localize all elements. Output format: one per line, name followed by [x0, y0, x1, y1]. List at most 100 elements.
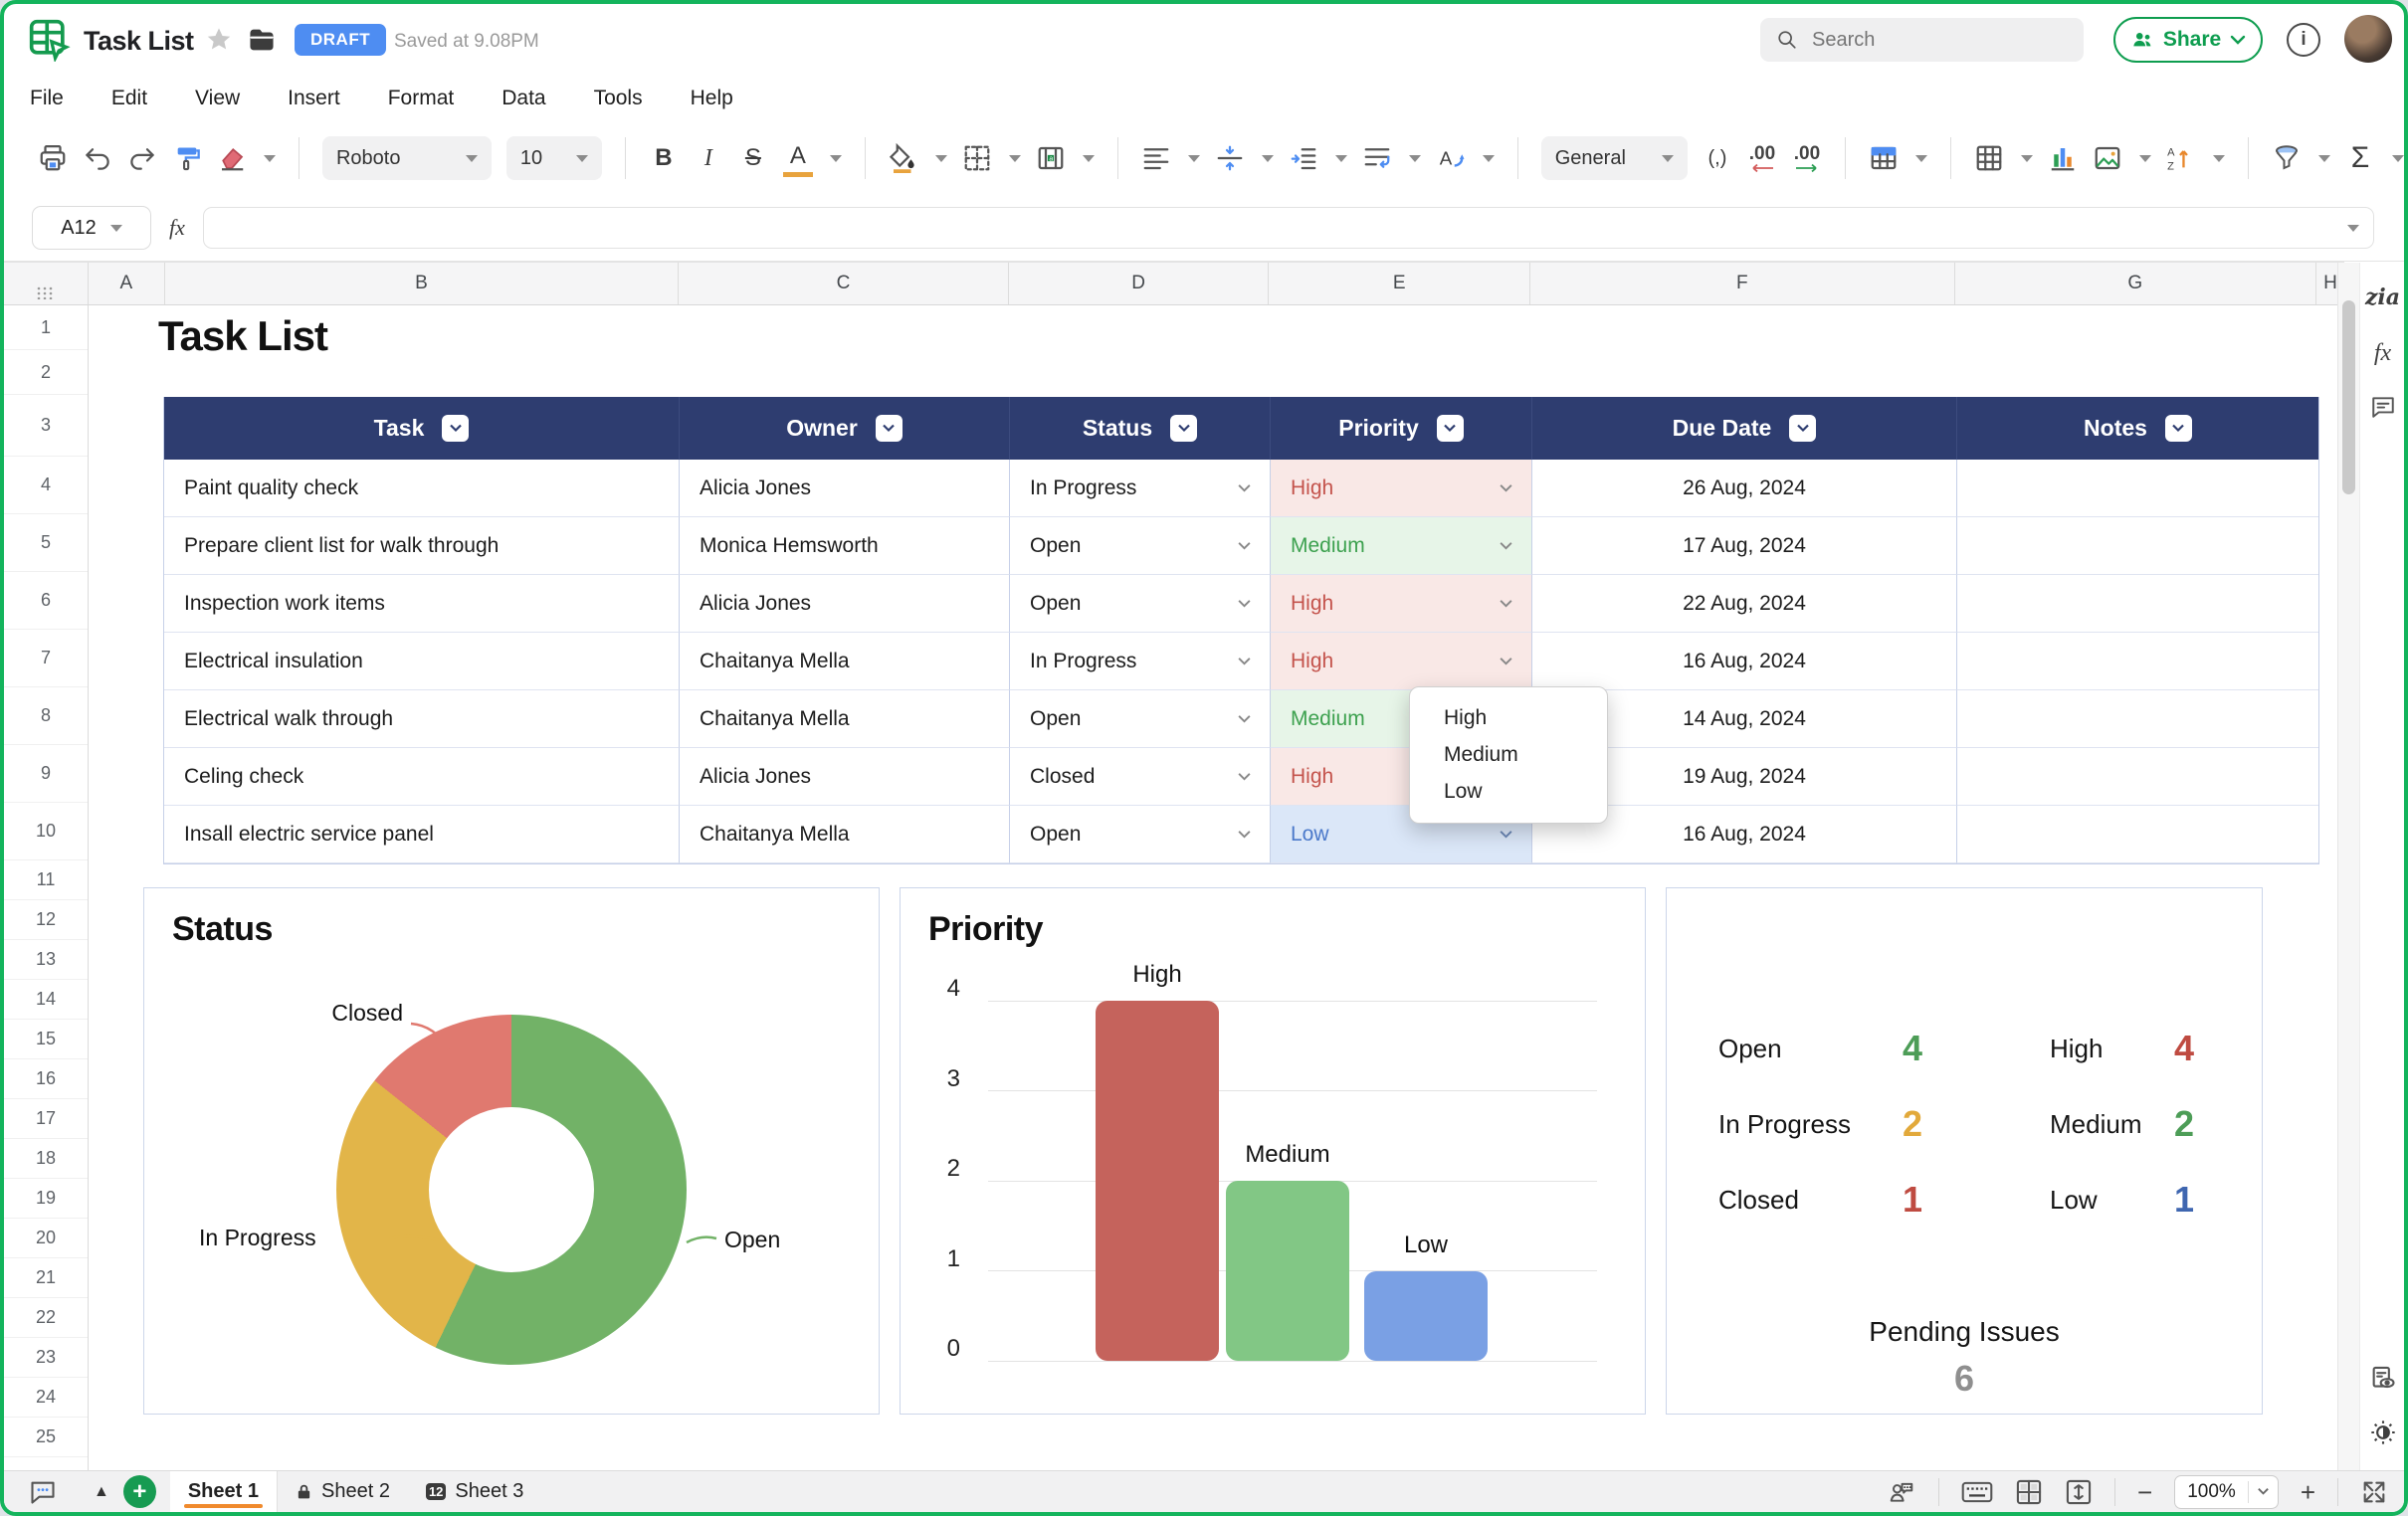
- horizontal-align-icon[interactable]: [1141, 138, 1171, 178]
- menu-format[interactable]: Format: [388, 87, 455, 110]
- owner-cell[interactable]: Alicia Jones: [680, 575, 1010, 633]
- col-header-B[interactable]: B: [165, 263, 679, 304]
- functions-icon[interactable]: fx: [2360, 340, 2405, 367]
- eraser-icon[interactable]: [217, 138, 247, 178]
- task-cell[interactable]: Electrical insulation: [164, 633, 680, 690]
- paint-format-icon[interactable]: [172, 138, 202, 178]
- folder-icon[interactable]: [247, 26, 277, 54]
- chevron-down-icon[interactable]: [1237, 830, 1252, 840]
- row-header[interactable]: 11: [4, 860, 88, 900]
- owner-cell[interactable]: Chaitanya Mella: [680, 633, 1010, 690]
- menu-data[interactable]: Data: [502, 87, 545, 110]
- insert-image-icon[interactable]: [2093, 138, 2122, 178]
- vertical-scrollbar[interactable]: [2337, 263, 2359, 1470]
- insert-table-dropdown[interactable]: [2021, 155, 2033, 162]
- header-status[interactable]: Status: [1010, 397, 1271, 460]
- header-owner[interactable]: Owner: [680, 397, 1010, 460]
- due-date-cell[interactable]: 22 Aug, 2024: [1532, 575, 1957, 633]
- owner-cell[interactable]: Chaitanya Mella: [680, 806, 1010, 863]
- status-cell[interactable]: Open: [1010, 806, 1271, 863]
- row-header[interactable]: 13: [4, 940, 88, 980]
- dropdown-option-low[interactable]: Low: [1410, 775, 1607, 809]
- row-header[interactable]: 17: [4, 1099, 88, 1139]
- row-header[interactable]: 18: [4, 1139, 88, 1179]
- theme-brightness-icon[interactable]: [2360, 1419, 2405, 1446]
- status-cell[interactable]: Open: [1010, 575, 1271, 633]
- row-header[interactable]: 14: [4, 980, 88, 1020]
- freeze-dropdown[interactable]: [1915, 155, 1927, 162]
- row-header[interactable]: 16: [4, 1059, 88, 1099]
- notes-cell[interactable]: [1957, 748, 2318, 806]
- menu-tools[interactable]: Tools: [594, 87, 643, 110]
- vertical-align-dropdown[interactable]: [1262, 155, 1274, 162]
- horizontal-align-dropdown[interactable]: [1188, 155, 1200, 162]
- row-header[interactable]: 25: [4, 1418, 88, 1457]
- formula-bar-expand[interactable]: [2347, 225, 2359, 232]
- select-all-corner[interactable]: [4, 263, 89, 304]
- row-header[interactable]: 21: [4, 1258, 88, 1298]
- borders-dropdown[interactable]: [1009, 155, 1021, 162]
- vertical-align-icon[interactable]: [1215, 138, 1245, 178]
- fill-color-icon[interactable]: [889, 138, 918, 178]
- fit-to-screen-icon[interactable]: [2065, 1478, 2093, 1506]
- chevron-down-icon[interactable]: [1499, 830, 1513, 840]
- cell-name-box[interactable]: A12: [32, 206, 151, 250]
- status-cell[interactable]: In Progress: [1010, 633, 1271, 690]
- bar-medium[interactable]: [1226, 1181, 1349, 1361]
- document-title[interactable]: Task List: [84, 26, 194, 57]
- row-header[interactable]: 8: [4, 687, 88, 745]
- search-box[interactable]: [1760, 18, 2084, 62]
- chevron-down-icon[interactable]: [1237, 714, 1252, 724]
- chat-bubble-icon[interactable]: [28, 1478, 58, 1506]
- due-date-cell[interactable]: 26 Aug, 2024: [1532, 460, 1957, 517]
- row-header[interactable]: 7: [4, 630, 88, 687]
- bar-high[interactable]: [1096, 1001, 1219, 1361]
- borders-icon[interactable]: [962, 138, 992, 178]
- col-header-G[interactable]: G: [1955, 263, 2317, 304]
- row-header[interactable]: 5: [4, 514, 88, 572]
- filter-dropdown[interactable]: [2318, 155, 2330, 162]
- header-task[interactable]: Task: [164, 397, 680, 460]
- filter-dropdown-icon[interactable]: [2165, 415, 2192, 442]
- due-date-cell[interactable]: 16 Aug, 2024: [1532, 633, 1957, 690]
- strikethrough-button[interactable]: S: [738, 138, 768, 178]
- dropdown-option-high[interactable]: High: [1410, 701, 1607, 735]
- comments-icon[interactable]: [2360, 394, 2405, 420]
- text-rotate-icon[interactable]: A: [1436, 138, 1466, 178]
- insert-chart-icon[interactable]: [2048, 138, 2078, 178]
- menu-edit[interactable]: Edit: [111, 87, 147, 110]
- col-header-D[interactable]: D: [1009, 263, 1270, 304]
- font-size-select[interactable]: 10: [506, 136, 602, 180]
- priority-cell[interactable]: High: [1271, 633, 1532, 690]
- header-notes[interactable]: Notes: [1957, 397, 2318, 460]
- notes-cell[interactable]: [1957, 806, 2318, 863]
- status-cell[interactable]: Open: [1010, 690, 1271, 748]
- notes-cell[interactable]: [1957, 460, 2318, 517]
- col-header-F[interactable]: F: [1530, 263, 1954, 304]
- task-cell[interactable]: Paint quality check: [164, 460, 680, 517]
- text-wrap-icon[interactable]: [1362, 138, 1392, 178]
- text-color-button[interactable]: A: [783, 140, 813, 177]
- tab-sheet2[interactable]: Sheet 2: [278, 1471, 408, 1512]
- zia-assistant-icon[interactable]: zia: [2360, 284, 2405, 310]
- menu-insert[interactable]: Insert: [288, 87, 340, 110]
- merge-dropdown[interactable]: [1083, 155, 1095, 162]
- due-date-cell[interactable]: 17 Aug, 2024: [1532, 517, 1957, 575]
- row-header[interactable]: 2: [4, 350, 88, 395]
- info-button[interactable]: i: [2287, 23, 2320, 57]
- owner-cell[interactable]: Monica Hemsworth: [680, 517, 1010, 575]
- number-format-select[interactable]: General: [1541, 136, 1688, 180]
- sort-dropdown[interactable]: [2213, 155, 2225, 162]
- notes-cell[interactable]: [1957, 517, 2318, 575]
- font-family-select[interactable]: Roboto: [322, 136, 492, 180]
- text-rotate-dropdown[interactable]: [1483, 155, 1495, 162]
- chevron-down-icon[interactable]: [1237, 541, 1252, 551]
- text-color-dropdown[interactable]: [830, 155, 842, 162]
- menu-help[interactable]: Help: [691, 87, 733, 110]
- owner-cell[interactable]: Alicia Jones: [680, 460, 1010, 517]
- add-sheet-button[interactable]: +: [123, 1475, 156, 1508]
- star-favorite-icon[interactable]: [205, 26, 233, 54]
- chevron-down-icon[interactable]: [1499, 541, 1513, 551]
- sheet-list-toggle[interactable]: ▲: [94, 1483, 109, 1501]
- filter-dropdown-icon[interactable]: [1170, 415, 1197, 442]
